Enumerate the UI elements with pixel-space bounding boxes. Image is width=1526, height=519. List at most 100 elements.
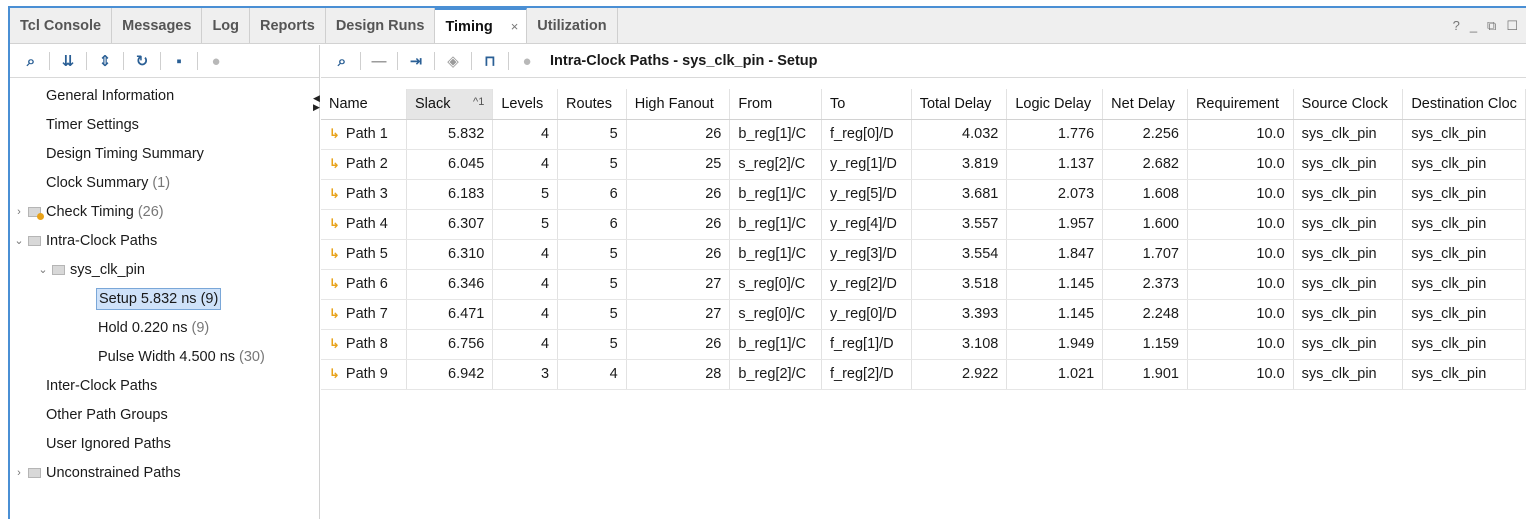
table-cell: sys_clk_pin (1402, 329, 1526, 360)
chevron-right-icon[interactable]: › (12, 206, 26, 218)
path-name-cell: ↳ Path 2 (321, 149, 407, 180)
table-row[interactable]: ↳ Path 8 6.756 4 5 26 b_reg[1]/C f_reg[1]/D 3.10… (321, 329, 1526, 360)
record-icon: ● (522, 52, 532, 70)
goto-source-icon[interactable]: ⇥ (403, 49, 429, 73)
column-header-destination-clock[interactable]: Destination Cloc (1402, 89, 1526, 120)
tree-item-count: (26) (137, 203, 164, 220)
timing-window: Tcl Console Messages Log Reports Design … (8, 6, 1526, 519)
table-cell: sys_clk_pin (1402, 269, 1526, 300)
collapse-all-icon[interactable]: ⇊ (55, 49, 81, 73)
table-cell: 25 (626, 149, 731, 180)
close-icon[interactable]: × (511, 19, 519, 34)
search-icon[interactable]: ⌕ (18, 49, 44, 73)
tree-item-timer-settings[interactable]: Timer Settings (10, 110, 319, 139)
chevron-down-icon[interactable]: ⌄ (12, 234, 26, 247)
column-header-total-delay[interactable]: Total Delay (911, 89, 1008, 120)
path-name: Path 5 (345, 246, 388, 262)
table-row[interactable]: ↳ Path 9 6.942 3 4 28 b_reg[2]/C f_reg[2]/D 2.92… (321, 359, 1526, 390)
column-header-levels[interactable]: Levels (492, 89, 559, 120)
table-cell: y_reg[3]/D (821, 239, 912, 270)
table-cell: 1.847 (1006, 239, 1104, 270)
toolbar-divider (508, 52, 509, 70)
tree-item-design-timing-summary[interactable]: Design Timing Summary (10, 139, 319, 168)
tab-tcl-console[interactable]: Tcl Console (10, 8, 113, 43)
toolbar-divider (434, 52, 435, 70)
tab-reports[interactable]: Reports (250, 8, 326, 43)
tree-item-sys-clk-pin[interactable]: ⌄ sys_clk_pin (10, 255, 319, 284)
table-row[interactable]: ↳ Path 1 5.832 4 5 26 b_reg[1]/C f_reg[0]/D 4.03… (321, 119, 1526, 150)
table-cell: s_reg[0]/C (729, 269, 822, 300)
column-header-requirement[interactable]: Requirement (1187, 89, 1294, 120)
table-cell: sys_clk_pin (1402, 179, 1526, 210)
table-row[interactable]: ↳ Path 6 6.346 4 5 27 s_reg[0]/C y_reg[2]/D 3.51… (321, 269, 1526, 300)
tree-item-hold[interactable]: Hold 0.220 ns (9) (10, 313, 319, 342)
save-icon[interactable]: ▪ (166, 49, 192, 73)
table-cell: 1.901 (1102, 359, 1188, 390)
refresh-icon[interactable]: ↻ (129, 49, 155, 73)
column-header-name[interactable]: Name (321, 89, 407, 120)
table-row[interactable]: ↳ Path 4 6.307 5 6 26 b_reg[1]/C y_reg[4]/D 3.55… (321, 209, 1526, 240)
minus-icon: — (371, 52, 387, 70)
table-row[interactable]: ↳ Path 5 6.310 4 5 26 b_reg[1]/C y_reg[3]/D 3.55… (321, 239, 1526, 270)
tree-item-label: Inter-Clock Paths (46, 377, 158, 394)
path-name: Path 4 (345, 216, 388, 232)
minimize-icon[interactable]: _ (1470, 18, 1477, 33)
chevron-right-icon[interactable]: › (12, 467, 26, 479)
panel-collapse-handle[interactable]: ◀ ▶ (313, 94, 320, 112)
table-cell: 6.756 (406, 329, 494, 360)
table-cell: 5 (557, 329, 627, 360)
table-cell: 4 (492, 239, 559, 270)
column-header-slack[interactable]: Slack ^1 (406, 89, 494, 120)
maximize-icon[interactable]: ☐ (1506, 18, 1518, 34)
tab-log[interactable]: Log (202, 8, 251, 43)
timing-path-icon: ↳ (329, 276, 340, 291)
tree-item-count: (9) (191, 319, 210, 336)
table-cell: 2.073 (1006, 179, 1104, 210)
tree-item-general-information[interactable]: General Information (10, 81, 319, 110)
tab-spacer (618, 8, 1453, 43)
tab-utilization[interactable]: Utilization (527, 8, 618, 43)
tree-item-label: Unconstrained Paths (46, 464, 181, 481)
timing-path-icon: ↳ (329, 126, 340, 141)
table-row[interactable]: ↳ Path 7 6.471 4 5 27 s_reg[0]/C y_reg[0]/D 3.39… (321, 299, 1526, 330)
record-icon: ● (211, 52, 221, 70)
tree-item-unconstrained-paths[interactable]: › Unconstrained Paths (10, 458, 319, 487)
column-header-high-fanout[interactable]: High Fanout (626, 89, 731, 120)
table-cell: sys_clk_pin (1293, 269, 1404, 300)
tree-item-intra-clock-paths[interactable]: ⌄ Intra-Clock Paths (10, 226, 319, 255)
table-cell: 3.108 (911, 329, 1008, 360)
table-cell: 10.0 (1187, 179, 1294, 210)
search-icon[interactable]: ⌕ (329, 49, 355, 73)
chevron-down-icon[interactable]: ⌄ (36, 263, 50, 276)
column-header-net-delay[interactable]: Net Delay (1102, 89, 1188, 120)
tab-timing[interactable]: Timing × (435, 8, 528, 43)
tree-item-label: Design Timing Summary (46, 145, 204, 162)
tree-item-clock-summary[interactable]: Clock Summary (1) (10, 168, 319, 197)
path-name: Path 1 (345, 126, 388, 142)
restore-icon[interactable]: ⧉ (1487, 18, 1496, 34)
tree-item-inter-clock-paths[interactable]: Inter-Clock Paths (10, 371, 319, 400)
folder-icon (52, 264, 65, 275)
column-header-source-clock[interactable]: Source Clock (1293, 89, 1404, 120)
tree-item-pulse-width[interactable]: Pulse Width 4.500 ns (30) (10, 342, 319, 371)
path-name-cell: ↳ Path 6 (321, 269, 407, 300)
expand-all-icon[interactable]: ⇕ (92, 49, 118, 73)
column-header-logic-delay[interactable]: Logic Delay (1006, 89, 1104, 120)
tree-item-user-ignored-paths[interactable]: User Ignored Paths (10, 429, 319, 458)
column-header-routes[interactable]: Routes (557, 89, 627, 120)
column-header-to[interactable]: To (821, 89, 912, 120)
table-cell: 1.600 (1102, 209, 1188, 240)
help-icon[interactable]: ? (1453, 18, 1460, 33)
tab-messages[interactable]: Messages (112, 8, 203, 43)
tree-item-check-timing[interactable]: › Check Timing (26) (10, 197, 319, 226)
table-row[interactable]: ↳ Path 3 6.183 5 6 26 b_reg[1]/C y_reg[5]/D 3.68… (321, 179, 1526, 210)
timing-tree-panel: ⌕ ⇊ ⇕ ↻ ▪ ● General Information Timer Se… (10, 45, 320, 519)
table-row[interactable]: ↳ Path 2 6.045 4 5 25 s_reg[2]/C y_reg[1]/D 3.81… (321, 149, 1526, 180)
tab-design-runs[interactable]: Design Runs (326, 8, 436, 43)
column-header-from[interactable]: From (729, 89, 822, 120)
tree-item-setup[interactable]: Setup 5.832 ns (9) (10, 284, 319, 313)
table-cell: 26 (626, 329, 731, 360)
tree-item-other-path-groups[interactable]: Other Path Groups (10, 400, 319, 429)
table-cell: 1.159 (1102, 329, 1188, 360)
waveform-icon[interactable]: ⊓ (477, 49, 503, 73)
